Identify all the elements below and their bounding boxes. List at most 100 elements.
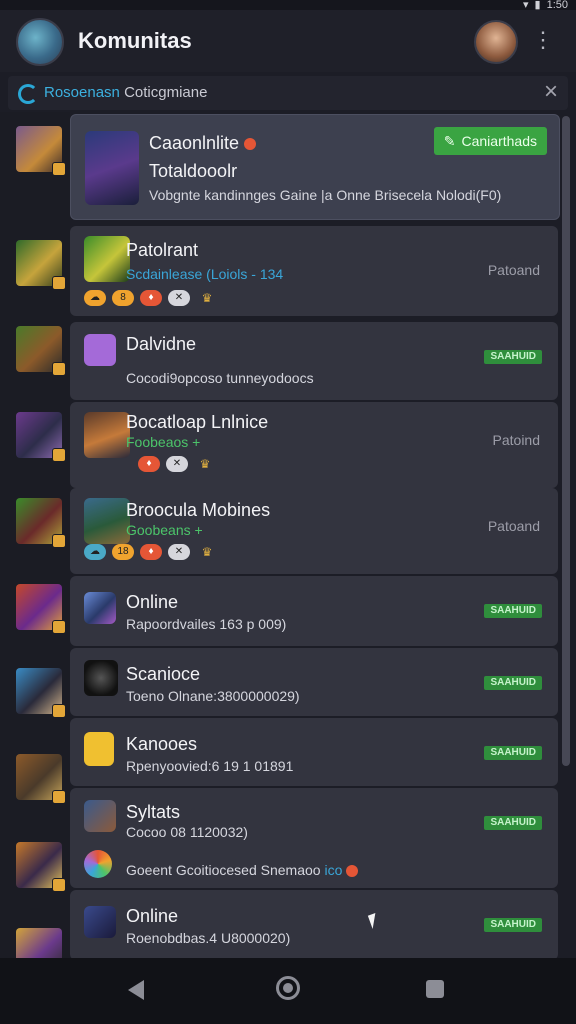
cloud-icon: ☁ (84, 290, 106, 306)
item-subtitle: Cocodi9opcoso tunneyodoocs (126, 370, 314, 386)
page-title: Komunitas (78, 28, 192, 53)
status-badge: SAAHUID (484, 746, 542, 760)
status-bar: ▾ ▮ 1:50 (0, 0, 576, 11)
list-item[interactable]: Broocula Mobines Goobeans + Patoand ☁ 18… (70, 488, 558, 574)
scrollbar[interactable] (562, 116, 570, 766)
shield-icon (346, 865, 359, 878)
action-button-label: Caniarthads (461, 133, 538, 149)
status-dot (52, 448, 66, 462)
thumbnail[interactable] (16, 126, 66, 176)
game-icon (84, 236, 130, 282)
badge-row: ♦ ✕ ♛ (138, 456, 216, 472)
count-badge: 18 (112, 544, 134, 560)
cloud-icon: ☁ (84, 544, 106, 560)
action-button[interactable]: ✎ Caniarthads (433, 127, 547, 155)
list-item[interactable]: Online Roenobdbas.4 U8000020) SAAHUID (70, 890, 558, 960)
community-avatar[interactable] (16, 18, 64, 66)
app-icon (84, 334, 116, 366)
leaf-icon: ✎ (443, 133, 456, 149)
item-subtitle: Scdainlease (Loiols - 134 (126, 266, 284, 282)
item-title: Online (126, 906, 179, 926)
list-item[interactable]: Scanioce Toeno Olnane:3800000029) SAAHUI… (70, 648, 558, 716)
item-subtitle: Rapoordvailes 163 p 009) (126, 616, 287, 632)
community-list: Caaonlnlite Totaldooolr Vobgnte kandinng… (70, 112, 562, 960)
list-item[interactable]: Dalvidne Cocodi9opcoso tunneyodoocs SAAH… (70, 322, 558, 400)
item-description: Vobgnte kandinnges Gaine |a Onne Brisece… (149, 187, 502, 203)
tools-icon: ✕ (168, 544, 190, 560)
item-title: Bocatloap Lnlnice (126, 412, 269, 432)
crown-icon: ♛ (201, 545, 213, 559)
user-avatar[interactable] (474, 20, 518, 64)
back-icon[interactable] (128, 980, 144, 1000)
status-dot (52, 790, 66, 804)
list-item[interactable]: Kanooes Rpenyoovied:6 19 1 01891 SAAHUID (70, 718, 558, 786)
status-dot (52, 162, 66, 176)
status-time: 1:50 (546, 0, 568, 11)
game-icon (84, 498, 130, 544)
more-options-icon[interactable]: ⋮ (532, 26, 554, 54)
status-dot (52, 276, 66, 290)
item-subtitle: Goobeans + (126, 522, 203, 538)
tools-icon: ✕ (166, 456, 188, 472)
thumbnail[interactable] (16, 842, 66, 892)
shield-icon: ♦ (138, 456, 160, 472)
thumbnail[interactable] (16, 412, 66, 462)
app-icon (84, 592, 116, 624)
list-item[interactable]: Bocatloap Lnlnice Foobeaos + Patoind ♦ ✕… (70, 402, 558, 488)
item-extra: Goeent Gcoitiocesed Snemaoo ico (126, 862, 359, 878)
app-icon (84, 660, 118, 696)
status-dot (52, 704, 66, 718)
app-icon (84, 800, 116, 832)
shield-icon (244, 138, 257, 151)
list-item[interactable]: Online Rapoordvailes 163 p 009) SAAHUID (70, 576, 558, 646)
item-subtitle: Cocoo 08 1120032) (126, 824, 248, 840)
crown-icon: ♛ (201, 291, 213, 305)
status-dot (52, 534, 66, 548)
thumbnail[interactable] (16, 498, 66, 548)
thumbnail[interactable] (16, 240, 66, 290)
item-subtitle: Rpenyoovied:6 19 1 01891 (126, 758, 294, 774)
item-title: Scanioce (126, 664, 201, 684)
status-badge: SAAHUID (484, 676, 542, 690)
item-title: Dalvidne (126, 334, 197, 354)
thumbnail[interactable] (16, 584, 66, 634)
shield-icon: ♦ (140, 290, 162, 306)
status-badge: SAAHUID (484, 918, 542, 932)
item-state: Patoand (487, 518, 540, 534)
item-subtitle: Roenobdbas.4 U8000020) (126, 930, 291, 946)
game-icon (84, 412, 130, 458)
system-nav-bar (0, 958, 576, 1024)
list-item[interactable]: Patolrant Scdainlease (Loiols - 134 Pato… (70, 226, 558, 316)
item-state: Patoind (492, 432, 540, 448)
left-thumbnail-column (0, 112, 70, 974)
item-title: Online (126, 592, 179, 612)
app-icon (84, 732, 114, 766)
colorful-icon (84, 850, 112, 878)
status-dot (52, 878, 66, 892)
notice-banner: Rosoenasn Coticgmiane × (8, 76, 568, 110)
item-title: Broocula Mobines (126, 500, 271, 520)
close-icon[interactable]: × (544, 78, 558, 106)
thumbnail[interactable] (16, 754, 66, 804)
item-title: Syltats (126, 802, 181, 822)
item-state: Patoand (487, 262, 540, 278)
item-subtitle: Toeno Olnane:3800000029) (126, 688, 300, 704)
status-dot (52, 362, 66, 376)
thumbnail[interactable] (16, 326, 66, 376)
loading-icon (18, 84, 38, 104)
list-item[interactable]: Syltats Cocoo 08 1120032) Goeent Gcoitio… (70, 788, 558, 888)
badge-row: ☁ 8 ♦ ✕ ♛ (84, 290, 218, 306)
crown-icon: ♛ (199, 457, 211, 471)
home-icon[interactable] (276, 976, 300, 1000)
thumbnail[interactable] (16, 668, 66, 718)
item-title: Kanooes (126, 734, 198, 754)
list-item-featured[interactable]: Caaonlnlite Totaldooolr Vobgnte kandinng… (70, 114, 560, 220)
badge-row: ☁ 18 ♦ ✕ ♛ (84, 544, 218, 560)
recents-icon[interactable] (426, 980, 444, 998)
notice-prefix: Rosoenasn (44, 84, 120, 101)
game-icon (85, 131, 139, 205)
extra-highlight: ico (324, 862, 343, 878)
item-subtitle: Foobeaos + (126, 434, 201, 450)
notice-text: Rosoenasn Coticgmiane (44, 84, 207, 101)
extra-text: Goeent Gcoitiocesed Snemaoo (126, 862, 321, 878)
